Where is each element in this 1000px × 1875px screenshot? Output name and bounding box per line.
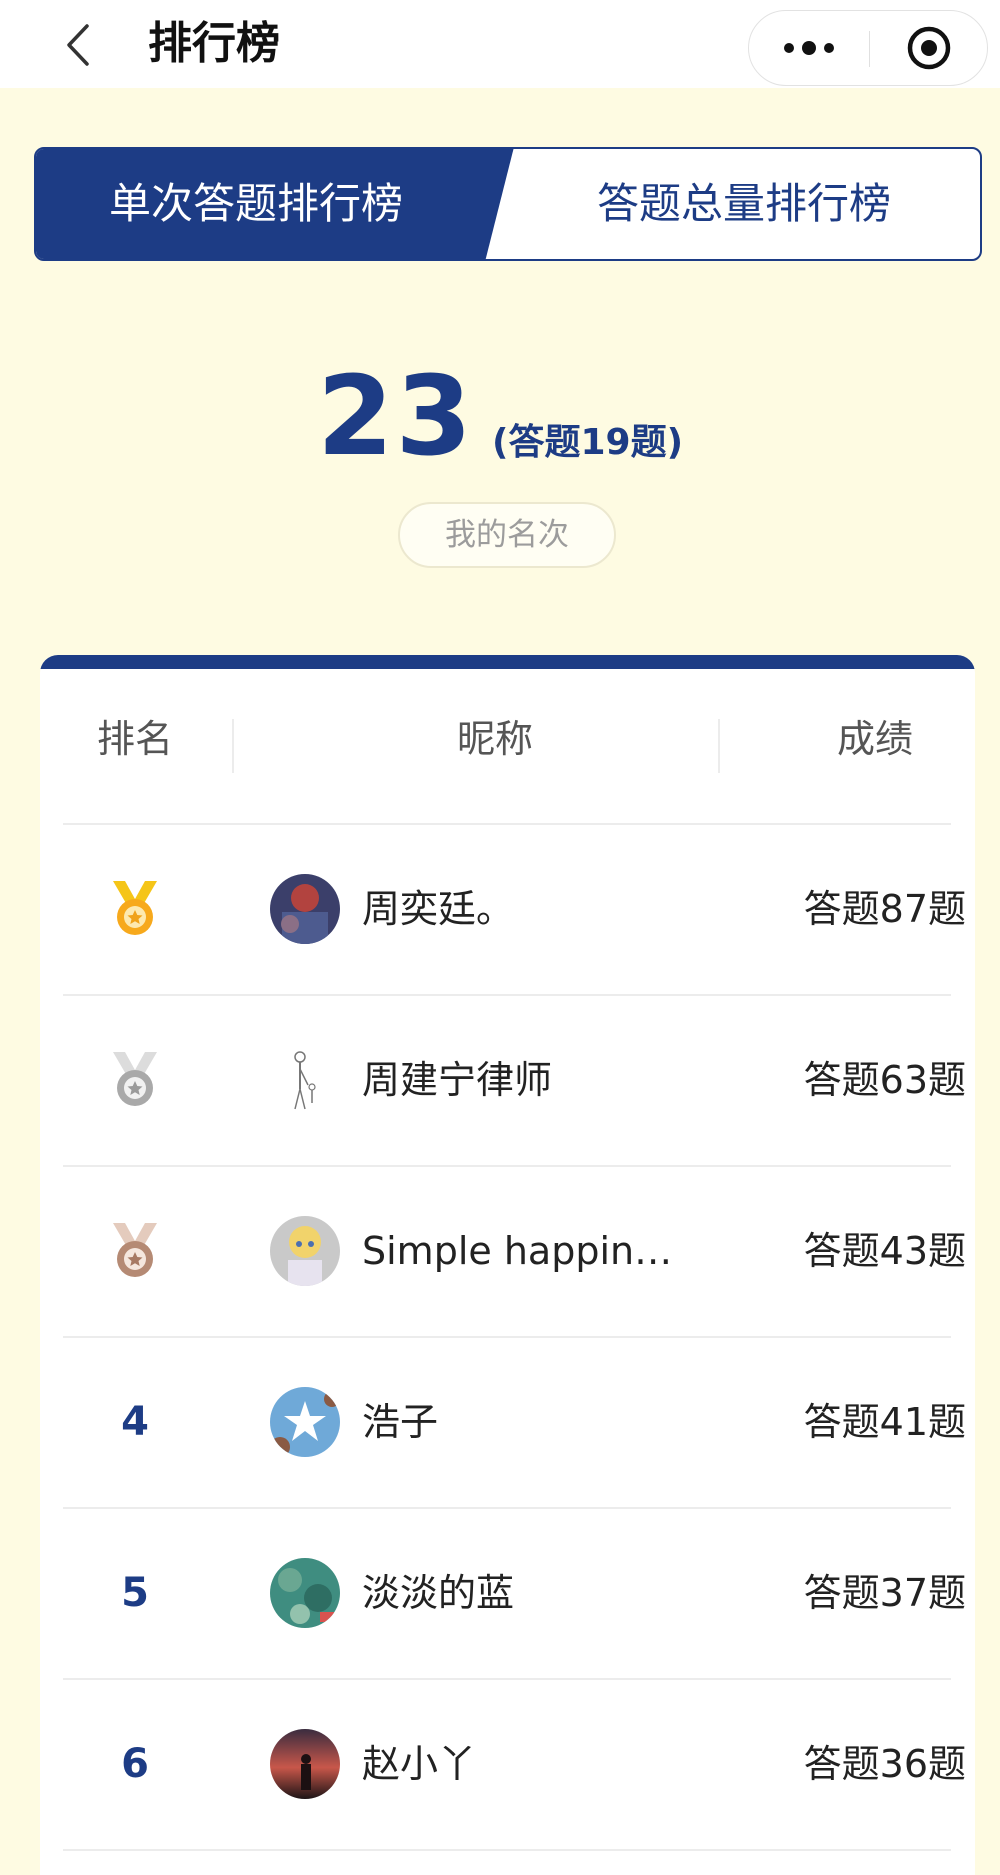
avatar-4-icon[interactable] — [270, 1387, 340, 1457]
nickname: 周奕廷。 — [362, 887, 515, 931]
avatar-5-icon[interactable] — [270, 1558, 340, 1628]
table-row[interactable]: 周奕廷。 答题87题 — [40, 825, 975, 993]
rank-number: 4 — [121, 1399, 149, 1445]
table-header: 排名 昵称 成绩 — [40, 669, 975, 809]
rank-cell — [80, 825, 190, 993]
avatar-2-icon[interactable] — [270, 1045, 340, 1115]
my-rank-detail: (答题19题) — [492, 422, 684, 463]
nickname: 周建宁律师 — [362, 1058, 553, 1102]
gold-medal-icon — [113, 881, 157, 935]
leaderboard-card: 排名 昵称 成绩 周奕廷。 答题87题 周建宁律师 答题63题 Simple h… — [40, 655, 975, 1875]
close-target-icon — [907, 26, 951, 70]
score: 答题37题 — [803, 1571, 966, 1615]
score: 答题63题 — [803, 1058, 966, 1102]
rank-cell — [80, 1167, 190, 1335]
rank-number: 6 — [121, 1741, 149, 1787]
nickname: 淡淡的蓝 — [362, 1571, 515, 1615]
nickname: 赵小丫 — [362, 1742, 477, 1786]
nickname: Simple happin… — [362, 1229, 673, 1273]
tab-total-answer-ranking[interactable]: 答题总量排行榜 — [506, 149, 980, 259]
top-nav-bar: 排行榜 — [0, 0, 1000, 88]
column-header-score: 成绩 — [836, 717, 913, 761]
score: 答题43题 — [803, 1229, 966, 1273]
rank-number: 5 — [121, 1570, 149, 1616]
ranking-tabs: 单次答题排行榜 答题总量排行榜 — [34, 147, 982, 261]
score: 答题36题 — [803, 1742, 966, 1786]
table-row[interactable]: 5 淡淡的蓝 答题37题 — [40, 1509, 975, 1677]
close-button[interactable] — [870, 11, 988, 85]
row-divider — [63, 1849, 951, 1851]
table-row[interactable]: 4 浩子 答题41题 — [40, 1338, 975, 1506]
score: 答题87题 — [803, 887, 966, 931]
column-header-rank: 排名 — [96, 717, 173, 761]
score: 答题41题 — [803, 1400, 966, 1444]
back-button[interactable] — [48, 10, 108, 80]
my-rank-label: 我的名次 — [398, 502, 616, 568]
table-row[interactable]: 6 赵小丫 答题36题 — [40, 1680, 975, 1848]
more-dots-icon — [784, 41, 834, 55]
silver-medal-icon — [113, 1052, 157, 1106]
back-chevron-icon — [67, 24, 89, 66]
header-separator — [718, 719, 720, 773]
more-button[interactable] — [749, 11, 869, 85]
mini-program-capsule — [748, 10, 988, 86]
avatar-6-icon[interactable] — [270, 1729, 340, 1799]
tab-single-answer-ranking[interactable]: 单次答题排行榜 — [36, 149, 476, 259]
bronze-medal-icon — [113, 1223, 157, 1277]
avatar-1-icon[interactable] — [270, 874, 340, 944]
nickname: 浩子 — [362, 1400, 439, 1444]
table-row[interactable]: 周建宁律师 答题63题 — [40, 996, 975, 1164]
avatar-3-icon[interactable] — [270, 1216, 340, 1286]
table-row[interactable]: Simple happin… 答题43题 — [40, 1167, 975, 1335]
card-accent-bar — [40, 655, 975, 669]
my-rank-number: 23 — [316, 352, 475, 480]
column-header-nickname: 昵称 — [456, 717, 533, 761]
page-title: 排行榜 — [148, 18, 280, 69]
my-rank-summary: 23 (答题19题) — [0, 352, 1000, 480]
rank-cell — [80, 996, 190, 1164]
